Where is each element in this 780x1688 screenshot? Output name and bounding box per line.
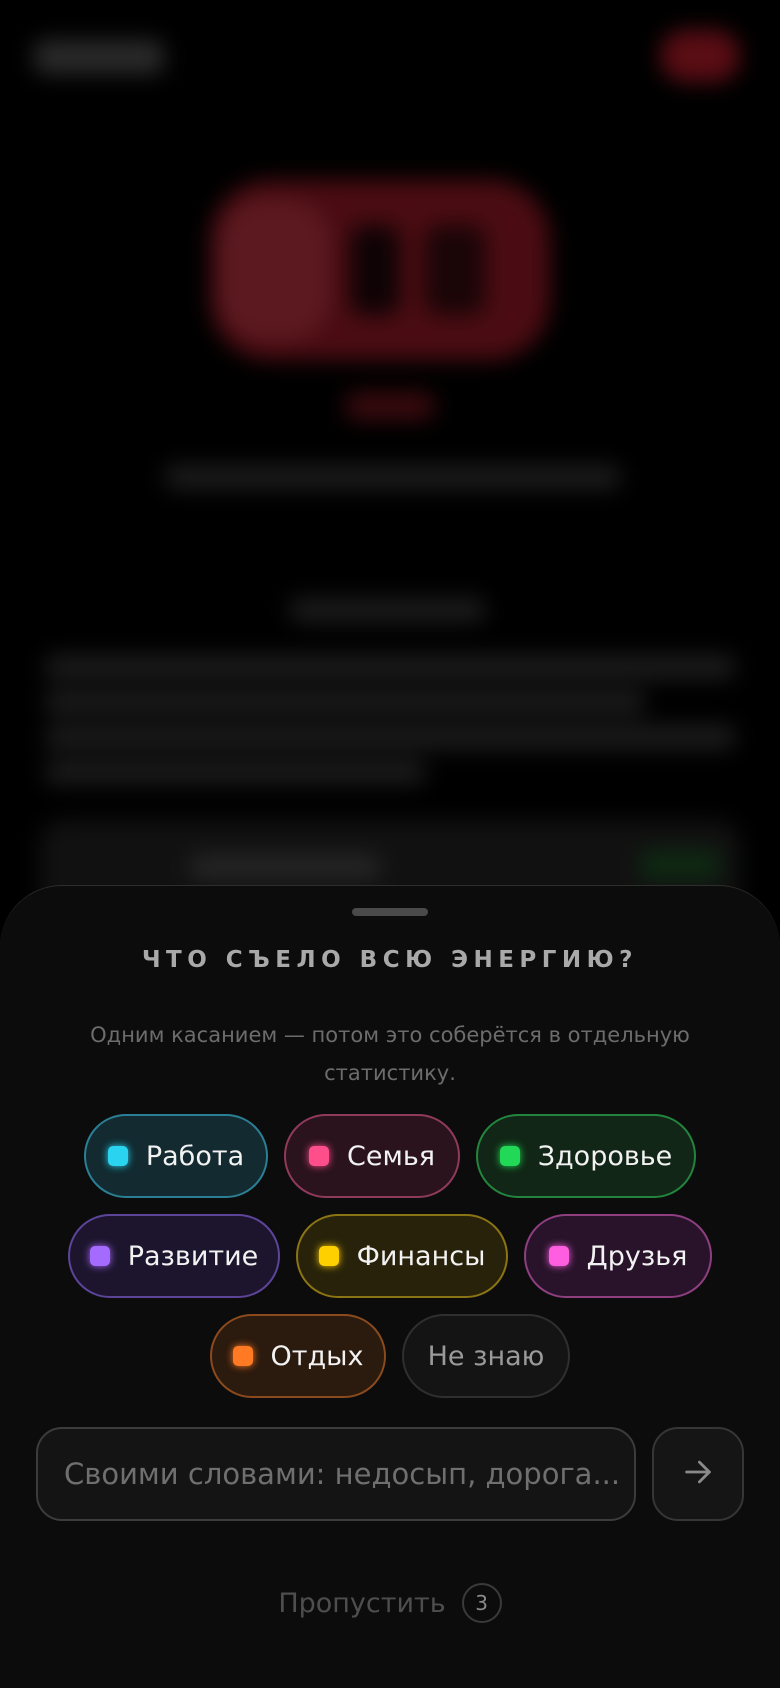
category-chip-friends[interactable]: Друзья xyxy=(524,1214,712,1298)
category-label: Друзья xyxy=(586,1240,688,1272)
custom-reason-field[interactable] xyxy=(36,1427,636,1521)
background-avatar xyxy=(660,30,740,82)
custom-reason-input[interactable] xyxy=(64,1457,634,1491)
category-label: Работа xyxy=(145,1140,245,1172)
category-chip-growth[interactable]: Развитие xyxy=(68,1214,280,1298)
background-text-line xyxy=(45,760,425,784)
category-label: Не знаю xyxy=(427,1340,545,1372)
energy-drain-sheet: ЧТО СЪЕЛО ВСЮ ЭНЕРГИЮ? Одним касанием — … xyxy=(0,885,780,1688)
background-battery-cell xyxy=(220,200,330,340)
category-color-dot xyxy=(107,1146,128,1166)
background-logo xyxy=(34,40,164,74)
category-chip-rest[interactable]: Отдых xyxy=(210,1314,386,1398)
category-label: Здоровье xyxy=(537,1140,673,1172)
category-color-dot xyxy=(318,1246,339,1266)
background-card-badge xyxy=(640,850,720,880)
background-battery-segment xyxy=(425,225,485,315)
background-text-line xyxy=(190,855,380,879)
category-color-dot xyxy=(309,1146,329,1166)
category-chip-work[interactable]: Работа xyxy=(84,1114,268,1198)
category-chip-unknown[interactable]: Не знаю xyxy=(402,1314,570,1398)
arrow-right-icon xyxy=(681,1455,715,1493)
sheet-title: ЧТО СЪЕЛО ВСЮ ЭНЕРГИЮ? xyxy=(141,947,639,973)
category-chip-family[interactable]: Семья xyxy=(284,1114,460,1198)
background-text-line xyxy=(45,690,645,714)
skip-label: Пропустить xyxy=(278,1587,446,1619)
category-color-dot xyxy=(89,1246,110,1266)
sheet-grabber[interactable] xyxy=(352,908,428,916)
category-label: Финансы xyxy=(356,1240,486,1272)
category-color-dot xyxy=(232,1346,253,1366)
skip-button[interactable]: Пропустить 3 xyxy=(0,1583,780,1623)
screen: ЧТО СЪЕЛО ВСЮ ЭНЕРГИЮ? Одним касанием — … xyxy=(0,0,780,1688)
background-text-line xyxy=(165,465,620,489)
category-chip-finance[interactable]: Финансы xyxy=(296,1214,508,1298)
send-button[interactable] xyxy=(652,1427,744,1521)
background-text-line xyxy=(45,655,735,679)
background-level-badge xyxy=(345,392,435,420)
background-text-line xyxy=(290,598,485,622)
category-label: Отдых xyxy=(270,1340,364,1372)
category-color-dot xyxy=(548,1246,569,1266)
sheet-subtitle: Одним касанием — потом это соберётся в о… xyxy=(90,1023,690,1085)
skip-countdown-badge: 3 xyxy=(461,1583,502,1623)
category-color-dot xyxy=(499,1146,520,1166)
category-chip-health[interactable]: Здоровье xyxy=(476,1114,696,1198)
category-label: Семья xyxy=(347,1140,435,1172)
background-text-line xyxy=(45,725,735,749)
background-battery-segment xyxy=(350,225,400,315)
category-label: Развитие xyxy=(127,1240,259,1272)
